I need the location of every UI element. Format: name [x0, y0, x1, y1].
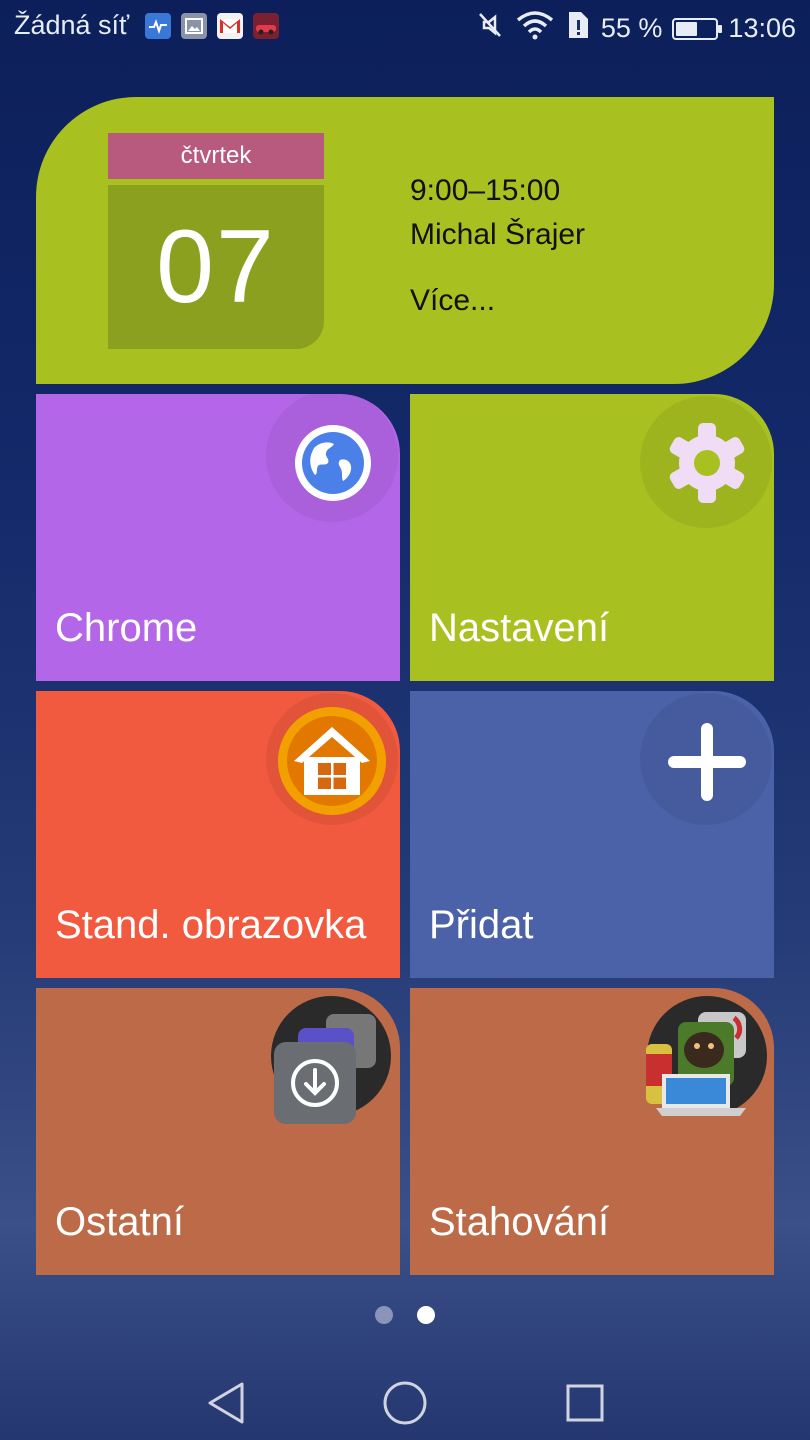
tile-label: Ostatní [55, 1200, 184, 1244]
tile-chrome[interactable]: Chrome [36, 394, 400, 681]
tile-label: Chrome [55, 606, 198, 650]
battery-text: 55 % [600, 13, 663, 43]
gallery-icon [181, 12, 208, 39]
sim-alert-icon [565, 10, 591, 47]
calendar-event[interactable]: 9:00–15:00 Michal Šrajer Více... [410, 169, 585, 323]
back-icon[interactable] [202, 1378, 252, 1428]
tile-label: Stahování [429, 1200, 610, 1244]
clock: 13:06 [728, 13, 796, 43]
tile-label: Stand. obrazovka [55, 903, 367, 947]
mute-icon [475, 10, 505, 47]
gear-icon [662, 420, 752, 511]
status-bar: Žádná síť 55 % 13:06 [0, 0, 810, 56]
battery-icon [672, 17, 723, 40]
recents-icon[interactable] [560, 1378, 610, 1428]
wifi-icon [515, 10, 555, 47]
calendar-weekday: čtvrtek [108, 133, 324, 179]
tile-standard-screen[interactable]: Stand. obrazovka [36, 691, 400, 978]
event-time: 9:00–15:00 [410, 174, 561, 207]
tile-label: Nastavení [429, 606, 610, 650]
home-icon [276, 705, 388, 822]
calendar-date-card[interactable]: čtvrtek 07 [108, 133, 324, 349]
tile-label: Přidat [429, 903, 534, 947]
download-folder-icon [266, 994, 396, 1129]
page-dot-2[interactable] [417, 1306, 435, 1324]
health-icon [145, 12, 172, 39]
globe-icon [290, 420, 376, 511]
calendar-day: 07 [156, 209, 276, 325]
tile-settings[interactable]: Nastavení [410, 394, 774, 681]
csr-racing-icon [253, 12, 280, 39]
page-indicator [0, 1306, 810, 1324]
event-name: Michal Šrajer [410, 218, 586, 251]
more-link[interactable]: Více... [410, 279, 585, 323]
home-nav-icon[interactable] [380, 1378, 430, 1428]
tile-add[interactable]: Přidat [410, 691, 774, 978]
downloads-folder-icon [642, 994, 772, 1129]
calendar-day-box: 07 [108, 185, 324, 349]
tile-other[interactable]: Ostatní [36, 988, 400, 1275]
gmail-icon [217, 12, 244, 39]
calendar-widget[interactable]: čtvrtek 07 9:00–15:00 Michal Šrajer Více… [36, 97, 774, 384]
tile-downloads[interactable]: Stahování [410, 988, 774, 1275]
plus-icon [666, 721, 748, 808]
page-dot-1[interactable] [375, 1306, 393, 1324]
carrier-label: Žádná síť [14, 10, 130, 40]
navigation-bar [0, 1360, 810, 1440]
